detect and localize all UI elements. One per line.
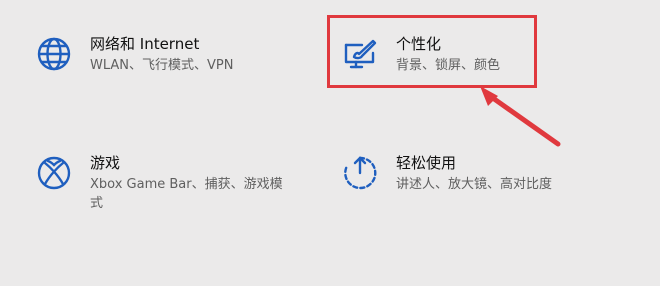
- xbox-icon: [34, 153, 74, 193]
- tile-title: 轻松使用: [396, 154, 457, 172]
- tile-description: Xbox Game Bar、捕获、游戏模式: [90, 177, 283, 211]
- ease-of-access-timer-icon: [340, 153, 380, 193]
- globe-icon: [34, 34, 74, 74]
- annotation-arrow: [480, 86, 561, 147]
- tile-description: WLAN、飞行模式、VPN: [90, 58, 234, 73]
- settings-tile-ease-of-access[interactable]: 轻松使用 讲述人、放大镜、高对比度: [340, 153, 552, 194]
- settings-tile-network[interactable]: 网络和 Internet WLAN、飞行模式、VPN: [34, 34, 233, 75]
- tile-title: 游戏: [90, 154, 121, 172]
- settings-tile-gaming[interactable]: 游戏 Xbox Game Bar、捕获、游戏模式: [34, 153, 290, 213]
- tile-description: 讲述人、放大镜、高对比度: [396, 177, 553, 192]
- highlight-box: [327, 15, 537, 88]
- tile-title: 网络和 Internet: [90, 35, 200, 53]
